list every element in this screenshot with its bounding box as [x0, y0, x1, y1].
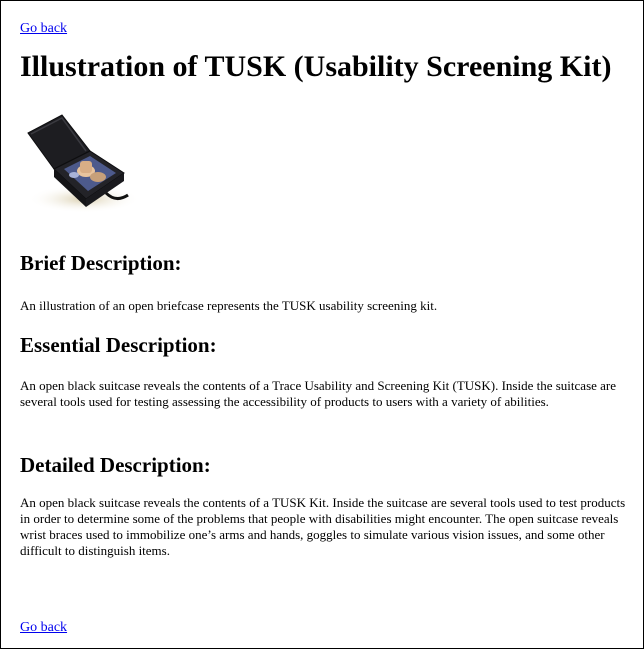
detailed-description-heading: Detailed Description:: [20, 453, 211, 477]
hand-brace-item: [80, 161, 92, 173]
detailed-description-text: An open black suitcase reveals the conte…: [20, 495, 626, 558]
brief-description-heading: Brief Description:: [20, 251, 182, 275]
go-back-link-top[interactable]: Go back: [20, 21, 67, 37]
go-back-link-bottom[interactable]: Go back: [20, 620, 67, 636]
suitcase-illustration-svg: [27, 114, 140, 213]
small-item: [69, 172, 79, 178]
tusk-suitcase-image: [20, 111, 140, 217]
brief-description-text: An illustration of an open briefcase rep…: [20, 298, 438, 313]
essential-description-text: An open black suitcase reveals the conte…: [20, 378, 617, 409]
page-title: Illustration of TUSK (Usability Screenin…: [20, 50, 612, 83]
page-frame: Go back Illustration of TUSK (Usability …: [0, 0, 644, 649]
goggles-item: [90, 172, 106, 182]
essential-description-heading: Essential Description:: [20, 333, 217, 357]
